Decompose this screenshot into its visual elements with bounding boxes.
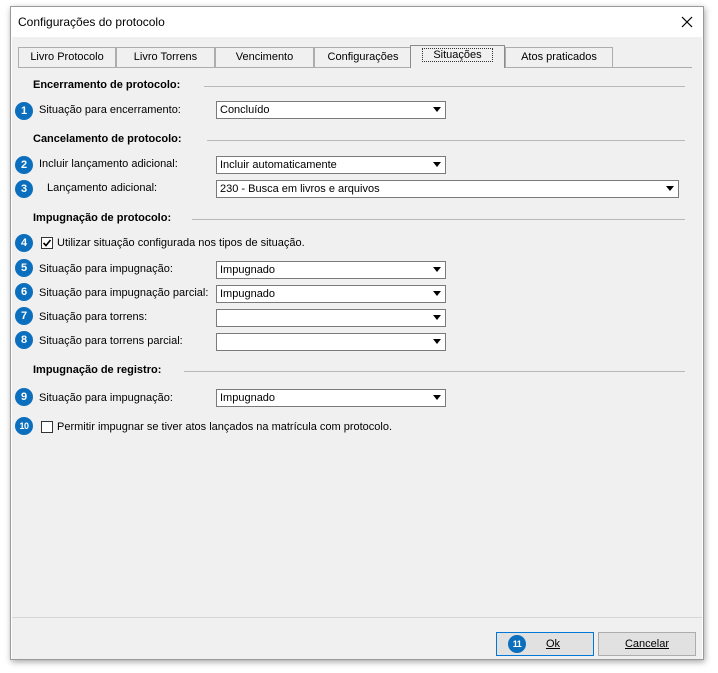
step-badge: 9 — [15, 388, 33, 406]
dialog-client-area: Livro Protocolo Livro Torrens Vencimento… — [12, 37, 702, 659]
chevron-down-icon — [430, 391, 444, 405]
close-button[interactable] — [671, 7, 703, 37]
tab-label: Atos praticados — [521, 51, 597, 63]
ok-button-label: Ok — [545, 638, 561, 650]
tab-situacoes[interactable]: Situações — [410, 45, 505, 68]
cancel-button-label: Cancelar — [624, 638, 670, 650]
step-badge: 11 — [508, 635, 526, 653]
chevron-down-icon — [430, 263, 444, 277]
incluir-lancamento-label: Incluir lançamento adicional: — [39, 158, 178, 170]
tab-label: Livro Torrens — [133, 51, 198, 63]
tab-label: Livro Protocolo — [30, 51, 104, 63]
situacao-impugnacao-parcial-label: Situação para impugnação parcial: — [39, 287, 209, 299]
situacao-impugnacao-parcial-select[interactable]: Impugnado — [216, 285, 446, 303]
title-bar: Configurações do protocolo — [11, 7, 703, 37]
situacao-encerramento-select[interactable]: Concluído — [216, 101, 446, 119]
situacao-torrens-parcial-label: Situação para torrens parcial: — [39, 335, 183, 347]
section-encerramento: Encerramento de protocolo: — [33, 79, 181, 91]
step-badge: 4 — [15, 234, 33, 252]
step-badge: 7 — [15, 307, 33, 325]
situacao-impugnacao-select[interactable]: Impugnado — [216, 261, 446, 279]
select-value: 230 - Busca em livros e arquivos — [220, 183, 380, 195]
chevron-down-icon — [430, 311, 444, 325]
tab-divider — [18, 67, 692, 68]
utilizar-situacao-label: Utilizar situação configurada nos tipos … — [57, 237, 305, 249]
section-divider — [184, 371, 685, 372]
tab-vencimento[interactable]: Vencimento — [215, 47, 314, 67]
situacao-impugnacao-label: Situação para impugnação: — [39, 263, 173, 275]
chevron-down-icon — [430, 103, 444, 117]
select-value: Incluir automaticamente — [220, 159, 337, 171]
tab-label: Configurações — [327, 51, 399, 63]
step-badge: 3 — [15, 180, 33, 198]
section-impugnacao-registro: Impugnação de registro: — [33, 364, 162, 376]
window-title: Configurações do protocolo — [18, 15, 165, 29]
situacao-impugnacao-registro-select[interactable]: Impugnado — [216, 389, 446, 407]
section-divider — [207, 140, 685, 141]
permitir-impugnar-label: Permitir impugnar se tiver atos lançados… — [57, 421, 393, 433]
step-badge: 8 — [15, 331, 33, 349]
situacao-torrens-parcial-select[interactable] — [216, 333, 446, 351]
tab-label: Situações — [422, 48, 493, 62]
permitir-impugnar-checkbox[interactable] — [41, 421, 53, 433]
situacao-torrens-select[interactable] — [216, 309, 446, 327]
section-divider — [192, 219, 685, 220]
section-cancelamento: Cancelamento de protocolo: — [33, 133, 182, 145]
tab-livro-torrens[interactable]: Livro Torrens — [116, 47, 215, 67]
tab-atos-praticados[interactable]: Atos praticados — [505, 47, 613, 67]
close-icon — [681, 16, 693, 28]
tab-configuracoes[interactable]: Configurações — [314, 47, 412, 67]
step-badge: 1 — [15, 102, 33, 120]
step-badge: 10 — [15, 417, 33, 435]
section-impugnacao-protocolo: Impugnação de protocolo: — [33, 212, 172, 224]
situacao-torrens-label: Situação para torrens: — [39, 311, 148, 323]
step-badge: 5 — [15, 259, 33, 277]
select-value: Impugnado — [220, 392, 276, 404]
select-value: Concluído — [220, 104, 270, 116]
situacao-encerramento-label: Situação para encerramento: — [39, 104, 181, 116]
step-badge: 6 — [15, 283, 33, 301]
chevron-down-icon — [430, 335, 444, 349]
dialog-window: Configurações do protocolo Livro Protoco… — [10, 6, 704, 660]
lancamento-adicional-select[interactable]: 230 - Busca em livros e arquivos — [216, 180, 679, 198]
chevron-down-icon — [430, 158, 444, 172]
tab-livro-protocolo[interactable]: Livro Protocolo — [18, 47, 116, 67]
step-badge: 2 — [15, 156, 33, 174]
footer-divider — [12, 617, 702, 618]
incluir-lancamento-select[interactable]: Incluir automaticamente — [216, 156, 446, 174]
cancel-button[interactable]: Cancelar — [598, 632, 696, 656]
utilizar-situacao-checkbox[interactable] — [41, 237, 53, 249]
select-value: Impugnado — [220, 264, 276, 276]
chevron-down-icon — [663, 182, 677, 196]
chevron-down-icon — [430, 287, 444, 301]
section-divider — [204, 86, 685, 87]
tab-label: Vencimento — [235, 51, 294, 63]
lancamento-adicional-label: Lançamento adicional: — [47, 182, 158, 194]
situacao-impugnacao-registro-label: Situação para impugnação: — [39, 392, 173, 404]
select-value: Impugnado — [220, 288, 276, 300]
check-icon — [42, 239, 52, 247]
